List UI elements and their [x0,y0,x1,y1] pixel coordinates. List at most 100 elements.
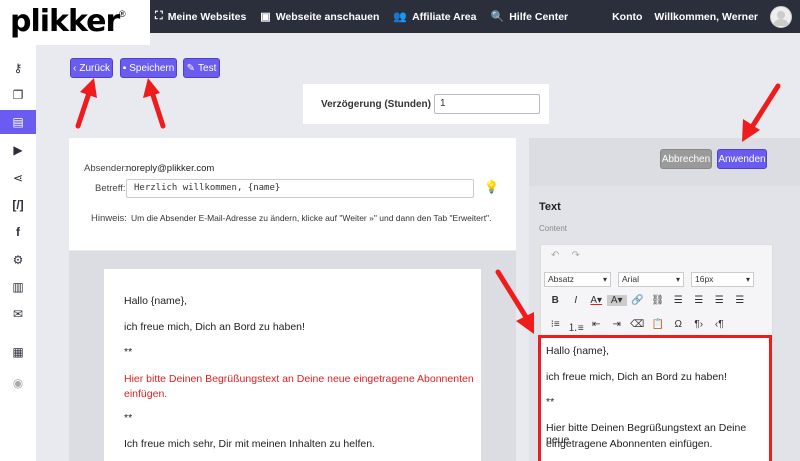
link-icon[interactable]: 🔗 [627,295,648,306]
align-right-icon[interactable]: ☰ [709,295,730,306]
eraser-icon[interactable]: ⌫ [627,319,648,334]
pages-icon[interactable]: ❐ [0,83,36,107]
nav-label: Meine Websites [167,10,247,23]
arrow-to-back-icon [75,87,93,129]
sender-panel: Absender: noreply@plikker.com Betreff: H… [69,138,516,250]
facebook-icon[interactable]: f [0,220,36,244]
avatar[interactable] [770,5,792,28]
email-stars1: ** [124,346,133,358]
email-line1: ich freue mich, Dich an Bord zu haben! [124,321,305,333]
logo[interactable]: plikker ® [0,0,150,45]
email-preview[interactable]: Hallo {name}, ich freue mich, Dich an Bo… [104,269,481,461]
preview-red-line2: eingetragene Abonnenten einfügen. [546,438,713,450]
bold-icon[interactable]: B [545,295,566,306]
account-area: Konto Willkommen, Werner [612,0,792,33]
format-value: Absatz [548,274,574,284]
preview-stars: ** [546,396,555,408]
numbered-list-icon[interactable]: ⒈≡ [566,319,587,334]
email-greeting: Hallo {name}, [124,295,188,307]
format-select[interactable]: Absatz [544,272,611,287]
delay-input[interactable]: 1 [434,94,540,114]
bullet-list-icon[interactable]: ⁝≡ [545,319,566,334]
align-justify-icon[interactable]: ☰ [730,295,751,306]
mail-icon[interactable]: ✉ [0,302,36,326]
nav-label: Hilfe Center [509,10,569,23]
back-button[interactable]: ‹ Zurück [70,58,113,78]
undo-icon[interactable]: ↶ [545,250,566,261]
cancel-button[interactable]: Abbrechen [660,149,712,169]
test-button[interactable]: ✎ Test [183,58,220,78]
email-line2: Ich freue mich sehr, Dir mit meinen Inha… [124,438,375,450]
panel-heading: Text [539,201,561,213]
arrow-to-save-icon [149,89,166,129]
font-value: Arial [622,274,640,284]
lightbulb-icon[interactable]: 💡 [484,180,499,194]
share-icon[interactable]: ⋖ [0,166,36,190]
nav-meine-websites[interactable]: ⛶ Meine Websites [155,10,246,23]
hint-text: Um die Absender E-Mail-Adresse zu ändern… [131,213,492,223]
monitor-icon: ▣ [260,11,271,23]
nav-label: Affiliate Area [412,10,477,23]
content-label: Content [539,224,568,233]
play-circle-icon[interactable]: ◉ [0,371,36,395]
preview-greeting: Hallo {name}, [546,345,610,357]
nav-hilfe-center[interactable]: 🔍 Hilfe Center [490,10,569,24]
paste-icon[interactable]: 📋 [648,319,669,334]
text-color-icon[interactable]: A▾ [586,295,607,306]
align-center-icon[interactable]: ☰ [689,295,710,306]
konto-link[interactable]: Konto [612,11,642,23]
welcome-text[interactable]: Willkommen, Werner [654,11,758,23]
preview-line1: ich freue mich, Dich an Bord zu haben! [546,371,727,383]
paragraph-ltr-icon[interactable]: ¶› [689,319,710,334]
email-red-line1: Hier bitte Deinen Begrüßungstext an Dein… [124,373,474,385]
id-card-icon[interactable]: ▦ [0,340,36,364]
nav-label: Webseite anschauen [275,10,380,23]
highlight-color-icon[interactable]: A▾ [606,295,627,306]
paragraph-rtl-icon[interactable]: ‹¶ [709,319,730,334]
indent-icon[interactable]: ⇥ [607,319,628,334]
size-value: 16px [695,274,714,284]
apply-button[interactable]: Anwenden [717,149,767,169]
users-icon: 👥 [393,11,408,23]
gear-icon[interactable]: ⚙ [0,248,36,272]
italic-icon[interactable]: I [566,295,587,306]
search-icon: 🔍 [490,11,505,23]
save-button[interactable]: ▪ Speichern [120,58,177,78]
nav-affiliate-area[interactable]: 👥 Affiliate Area [393,10,477,24]
logo-registered: ® [119,9,126,19]
user-silhouette-icon [773,10,789,26]
apply-label: Anwenden [718,153,766,165]
text-editor-area[interactable]: Hallo {name}, ich freue mich, Dich an Bo… [538,335,772,461]
chart-icon[interactable]: ▥ [0,275,36,299]
from-value: noreply@plikker.com [126,163,215,174]
delay-label: Verzögerung (Stunden) [321,99,431,110]
hint-label: Hinweis: [91,213,127,224]
logo-text: plikker [10,4,120,39]
email-red-line2: einfügen. [124,388,168,400]
chevron-left-icon: ‹ [73,62,77,74]
omega-icon[interactable]: Ω [668,319,689,334]
nav-webseite-anschauen[interactable]: ▣ Webseite anschauen [260,10,380,24]
floppy-icon: ▪ [122,62,127,74]
video-icon[interactable]: ▶ [0,138,36,162]
delay-box: Verzögerung (Stunden) 1 [303,84,549,124]
code-icon[interactable]: [/] [0,193,36,217]
align-left-icon[interactable]: ☰ [668,295,689,306]
key-icon[interactable]: ⚷ [0,56,36,80]
sidebar: ⚷ ❐ ▤ ▶ ⋖ [/] f ⚙ ▥ ✉ ▦ ◉ [0,45,36,461]
back-label: Zurück [79,62,110,74]
newsletter-icon[interactable]: ▤ [0,110,36,134]
email-stars2: ** [124,412,133,424]
cancel-label: Abbrechen [661,153,711,165]
outdent-icon[interactable]: ⇤ [586,319,607,334]
subject-input[interactable]: Herzlich willkommen, {name} [126,179,474,198]
main-nav: ⛶ Meine Websites ▣ Webseite anschauen 👥 … [155,0,568,33]
editor-toolbar: ↶ ↷ Absatz Arial 16px B I A▾ A▾ 🔗 ⛓ ☰ ☰ … [540,244,773,340]
size-select[interactable]: 16px [691,272,754,287]
font-select[interactable]: Arial [618,272,684,287]
unlink-icon[interactable]: ⛓ [648,295,669,306]
test-label: Test [198,62,217,74]
subject-label: Betreff: [95,183,126,194]
save-label: Speichern [129,62,175,74]
redo-icon[interactable]: ↷ [566,250,587,261]
